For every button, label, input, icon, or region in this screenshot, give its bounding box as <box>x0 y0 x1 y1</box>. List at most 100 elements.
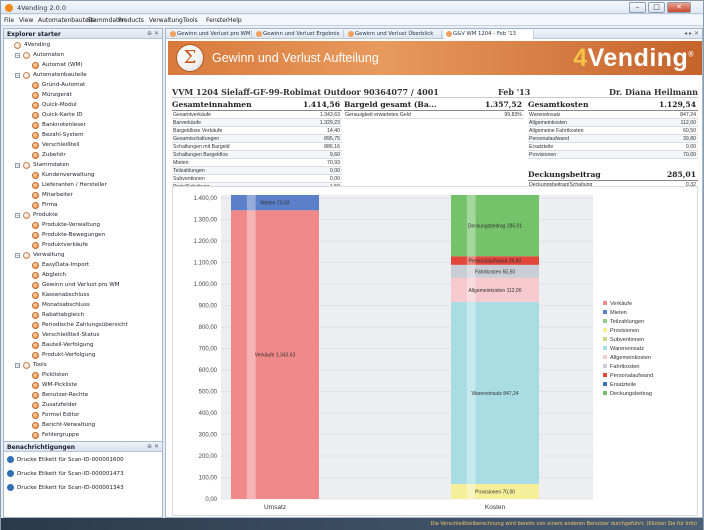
data-label: Mieten 70,93 <box>261 201 290 207</box>
tree-node-icon <box>32 172 39 179</box>
tree-node-icon <box>32 392 39 399</box>
tree-node-icon <box>32 242 39 249</box>
notification-item[interactable]: Drucke Etikett für Scan-ID-000001600 <box>7 456 124 465</box>
tree-node-icon <box>32 112 39 119</box>
tree-node-icon <box>32 342 39 349</box>
tab-2[interactable]: Gewinn und Verlust Ergebnis <box>254 30 344 39</box>
notification-text: Drucke Etikett für Scan-ID-000001343 <box>17 485 124 491</box>
tree-node-icon <box>32 262 39 269</box>
tree-node-icon <box>23 72 30 79</box>
notification-item[interactable]: Drucke Etikett für Scan-ID-000001473 <box>7 470 124 479</box>
expand-icon[interactable]: − <box>15 213 20 218</box>
menu-item[interactable]: View <box>19 17 33 24</box>
data-label: Fahrtkosten 60,50 <box>475 269 516 275</box>
row-label: Ersatzteile <box>529 144 554 150</box>
menu-bar: File View Automatenbauteile Stammdaten Produ… <box>1 15 703 26</box>
y-tick-label: 200,00 <box>199 454 218 460</box>
tab-3[interactable]: Gewinn und Verlust Überblick <box>346 30 442 39</box>
window-title: 4Vending 2.0.0 <box>17 4 66 12</box>
row-label: Teilzahlungen <box>173 168 205 174</box>
tree-item-label: Firma <box>42 202 58 208</box>
row-label: Schaltungen Bargeldlos <box>173 152 228 158</box>
legend-label: Wareneinsatz <box>610 346 644 352</box>
legend-label: Personalaufwand <box>610 373 653 379</box>
brand-name: Vending <box>587 44 689 72</box>
tree-node-icon <box>14 42 21 49</box>
tree-node-icon <box>32 412 39 419</box>
info-icon <box>7 484 14 491</box>
explorer-tree: 4Vending − Automaten Automat (WM) − Automaten… <box>4 39 162 451</box>
tab-nav-icon[interactable]: ◂ ▸ ✕ <box>684 30 699 37</box>
row-label: Gesamtverkäufe <box>173 112 212 118</box>
tree-item-label: Automaten <box>33 52 65 58</box>
costs-rows: Wareneinsatz 847,24 Allgemeinkosten 112,00 A… <box>528 111 698 159</box>
legend-label: Teilzahlungen <box>610 319 644 325</box>
tree-node-icon <box>32 222 39 229</box>
tree-node-icon <box>32 152 39 159</box>
tree-item-label: EasyData-Import <box>42 262 90 268</box>
pane-pin-icon[interactable]: ⊕ ✕ <box>147 30 159 37</box>
row-label: Genauigkeit erwartetes Geld <box>345 112 411 118</box>
tree-item-label: Monatsabschluss <box>42 302 90 308</box>
report-period: Feb '13 <box>498 87 531 97</box>
income-rows: Gesamtverkäufe 1.343,63 Barverkäufe 1.329,2… <box>172 111 342 191</box>
tree-item-label: Kassenabschluss <box>42 292 90 298</box>
tree-item-label: Rabattabgleich <box>42 312 85 318</box>
tab-4[interactable]: G&V WM 1204 - Feb '13 <box>444 30 534 39</box>
expand-icon[interactable]: − <box>15 73 20 78</box>
status-notice[interactable]: Die Verschleißteilberechnung wird bereit… <box>1 518 703 530</box>
costs-table: Gesamtkosten 1.129,54 Wareneinsatz 847,24 A… <box>528 100 698 159</box>
menu-item[interactable]: Products <box>118 17 144 24</box>
tree-node-icon <box>32 432 39 439</box>
notifications-title: Benachrichtigungen <box>7 444 76 451</box>
sigma-logo-icon: Σ <box>176 44 204 72</box>
income-total: 1.414,56 <box>303 100 340 109</box>
tree-node-icon <box>32 182 39 189</box>
pane-pin-icon[interactable]: ⊕ ✕ <box>147 443 159 450</box>
y-tick-label: 100,00 <box>199 476 218 482</box>
chart-container: 0,00 100,00 200,00 300,00 400,00 500,00 600,00… <box>172 186 698 516</box>
tree-item-label: Bauteil-Verfolgung <box>42 342 94 348</box>
table-row: Provisionen 70,00 <box>528 151 698 159</box>
y-tick-label: 1.000,00 <box>194 282 218 288</box>
table-row: Schaltungen Bargeldlos 9,60 <box>172 151 342 159</box>
app-window: 4Vending 2.0.0 – □ ✕ File View Automatenba… <box>0 0 704 530</box>
brand-logo: 4Vending® <box>573 44 694 73</box>
legend-swatch <box>603 382 607 386</box>
tree-item-label: Benutzer-Rechte <box>42 392 89 398</box>
row-label: Personalaufwand <box>529 136 570 142</box>
tree-item-label: Verwaltung <box>33 252 65 258</box>
table-row: Gesamtschaltungen 895,75 <box>172 135 342 143</box>
row-label: Barverkäufe <box>173 120 201 126</box>
notification-item[interactable]: Drucke Etikett für Scan-ID-000001343 <box>7 484 124 493</box>
menu-item[interactable]: Tools <box>183 17 198 24</box>
menu-item[interactable]: Help <box>228 17 242 24</box>
tree-item-label: Picklisten <box>42 372 69 378</box>
cash-total: 1.357,52 <box>485 100 522 109</box>
data-label: Personalaufwand 39,80 <box>469 259 522 265</box>
row-value: 112,00 <box>680 120 696 126</box>
expand-icon[interactable]: − <box>15 363 20 368</box>
tree-item-label: Verschleißteil-Status <box>42 332 100 338</box>
expand-icon[interactable]: − <box>15 53 20 58</box>
row-value: 70,93 <box>327 160 340 166</box>
table-row: Teilzahlungen 0,00 <box>172 167 342 175</box>
bar-highlight <box>246 195 256 211</box>
expand-icon[interactable]: − <box>15 253 20 258</box>
row-label: Wareneinsatz <box>529 112 561 118</box>
cash-rows: Genauigkeit erwartetes Geld 99,83% <box>344 111 524 119</box>
legend-swatch <box>603 337 607 341</box>
tree-node-icon <box>32 62 39 69</box>
y-tick-label: 300,00 <box>199 433 218 439</box>
menu-item[interactable]: Verwaltung <box>149 17 183 24</box>
menu-item[interactable]: Fenster <box>206 17 228 24</box>
tab-1[interactable]: Gewinn und Verlust pro WM <box>168 30 252 39</box>
expand-icon[interactable]: − <box>15 163 20 168</box>
table-row: Allgemeine Fahrtkosten 60,50 <box>528 127 698 135</box>
close-button[interactable]: ✕ <box>667 2 691 13</box>
income-table: Gesamteinnahmen 1.414,56 Gesamtverkäufe 1.… <box>172 100 342 191</box>
costs-header: Gesamtkosten 1.129,54 <box>528 100 698 111</box>
menu-item[interactable]: File <box>4 17 14 24</box>
minimize-button[interactable]: – <box>629 2 646 13</box>
maximize-button[interactable]: □ <box>648 2 665 13</box>
